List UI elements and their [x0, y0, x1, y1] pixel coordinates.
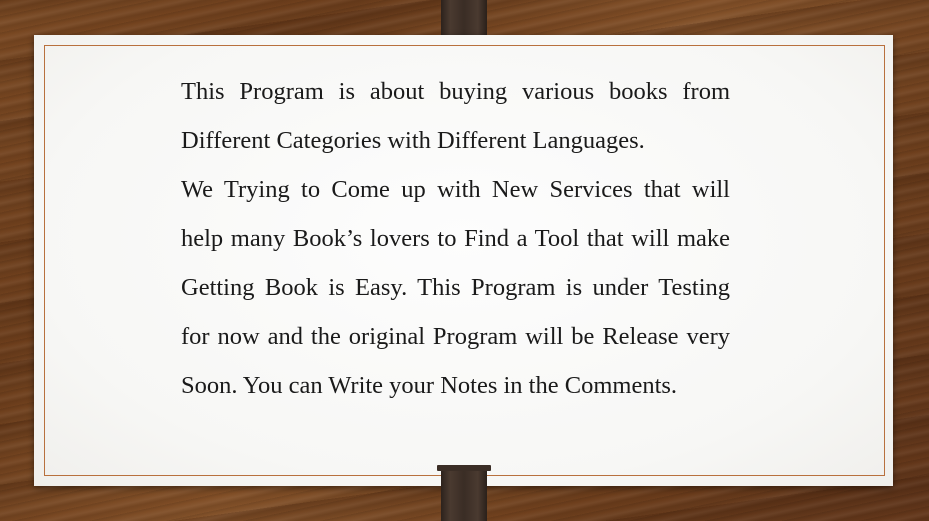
bottom-clip-decoration: [437, 465, 491, 521]
body-text: This Program is about buying various boo…: [181, 67, 730, 410]
slide-background: { "slide": { "paragraphs": [ "This Progr…: [0, 0, 929, 521]
intro-paragraph: This Program is about buying various boo…: [181, 78, 730, 154]
details-paragraph: We Trying to Come up with New Services t…: [181, 176, 730, 399]
